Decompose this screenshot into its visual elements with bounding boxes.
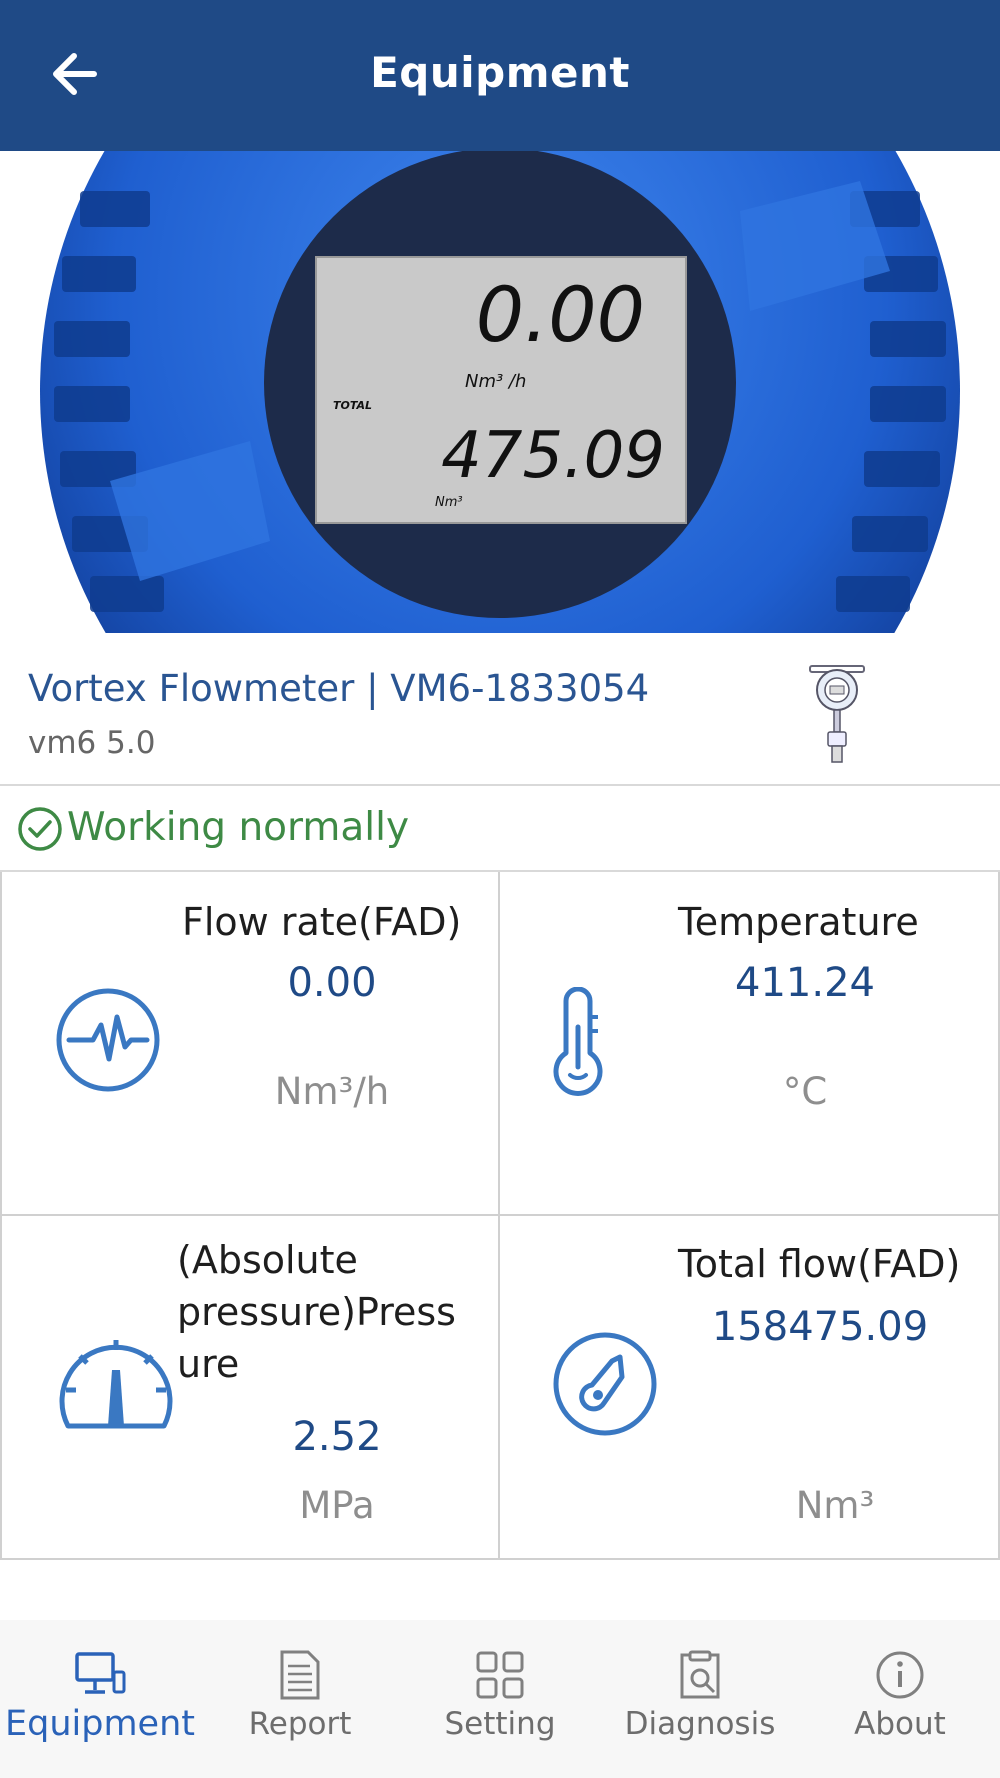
metric-value: 411.24 (735, 960, 875, 1006)
lcd-total-label: TOTAL (333, 399, 372, 412)
nav-item-equipment[interactable]: Equipment (0, 1620, 200, 1778)
flowmeter-thumbnail-icon (809, 665, 865, 763)
metric-value: 2.52 (292, 1414, 382, 1460)
metric-label: Temperature (678, 900, 919, 944)
clipboard-search-icon (680, 1650, 720, 1699)
flow-meter-icon (553, 1332, 657, 1436)
lcd-total-value: 475.09 (441, 419, 665, 493)
gauge-icon (59, 1340, 173, 1429)
bottom-nav: Equipment Report Setting Diagnosis About (0, 1620, 1000, 1778)
nav-item-setting[interactable]: Setting (400, 1620, 600, 1778)
page-title: Equipment (370, 48, 630, 97)
metric-unit: MPa (299, 1484, 375, 1527)
metric-unit: Nm³/h (274, 1070, 390, 1113)
nav-label: Setting (444, 1706, 556, 1742)
device-image: 0.00 Nm³ /h TOTAL 475.09 Nm³ (0, 151, 1000, 633)
lcd-flow-value: 0.00 (476, 270, 645, 359)
metric-label-line2: pressure)Press (177, 1290, 456, 1334)
thermometer-icon (553, 987, 603, 1096)
metric-pressure[interactable]: (Absolute pressure)Press ure 2.52 MPa (0, 1216, 500, 1560)
metric-label-line1: (Absolute (177, 1238, 358, 1282)
lcd-flow-unit: Nm³ /h (465, 371, 526, 392)
lcd-total-unit: Nm³ (435, 495, 463, 510)
nav-label: About (854, 1706, 946, 1742)
metric-temperature[interactable]: Temperature 411.24 °C (500, 872, 1000, 1216)
metric-unit: Nm³ (795, 1484, 875, 1527)
metrics-grid: Flow rate(FAD) 0.00 Nm³/h Temperature 41… (0, 872, 1000, 1560)
nav-label: Report (248, 1706, 352, 1742)
metric-unit: °C (782, 1070, 828, 1113)
metric-flow-rate[interactable]: Flow rate(FAD) 0.00 Nm³/h (0, 872, 500, 1216)
document-icon (280, 1650, 320, 1700)
nav-item-diagnosis[interactable]: Diagnosis (600, 1620, 800, 1778)
info-icon (876, 1651, 924, 1699)
check-circle-icon (18, 807, 62, 851)
nav-item-report[interactable]: Report (200, 1620, 400, 1778)
nav-item-about[interactable]: About (800, 1620, 1000, 1778)
device-info: Vortex Flowmeter | VM6-1833054 vm6 5.0 (0, 633, 1000, 786)
app-header: Equipment (0, 0, 1000, 151)
metric-label-line3: ure (177, 1342, 240, 1386)
device-version: vm6 5.0 (28, 725, 156, 761)
status-bar: Working normally (0, 788, 1000, 872)
device-name: Vortex Flowmeter | VM6-1833054 (28, 667, 650, 710)
pulse-icon (56, 988, 160, 1092)
metric-total-flow[interactable]: Total flow(FAD) 158475.09 Nm³ (500, 1216, 1000, 1560)
metric-label: Flow rate(FAD) (182, 900, 462, 944)
metric-value: 158475.09 (711, 1304, 929, 1350)
metric-label: Total flow(FAD) (678, 1242, 961, 1286)
monitor-icon (75, 1652, 126, 1694)
nav-label: Equipment (5, 1704, 195, 1744)
metric-value: 0.00 (287, 960, 377, 1006)
status-text: Working normally (67, 805, 410, 850)
grid-icon (476, 1651, 524, 1699)
nav-label: Diagnosis (624, 1706, 776, 1742)
